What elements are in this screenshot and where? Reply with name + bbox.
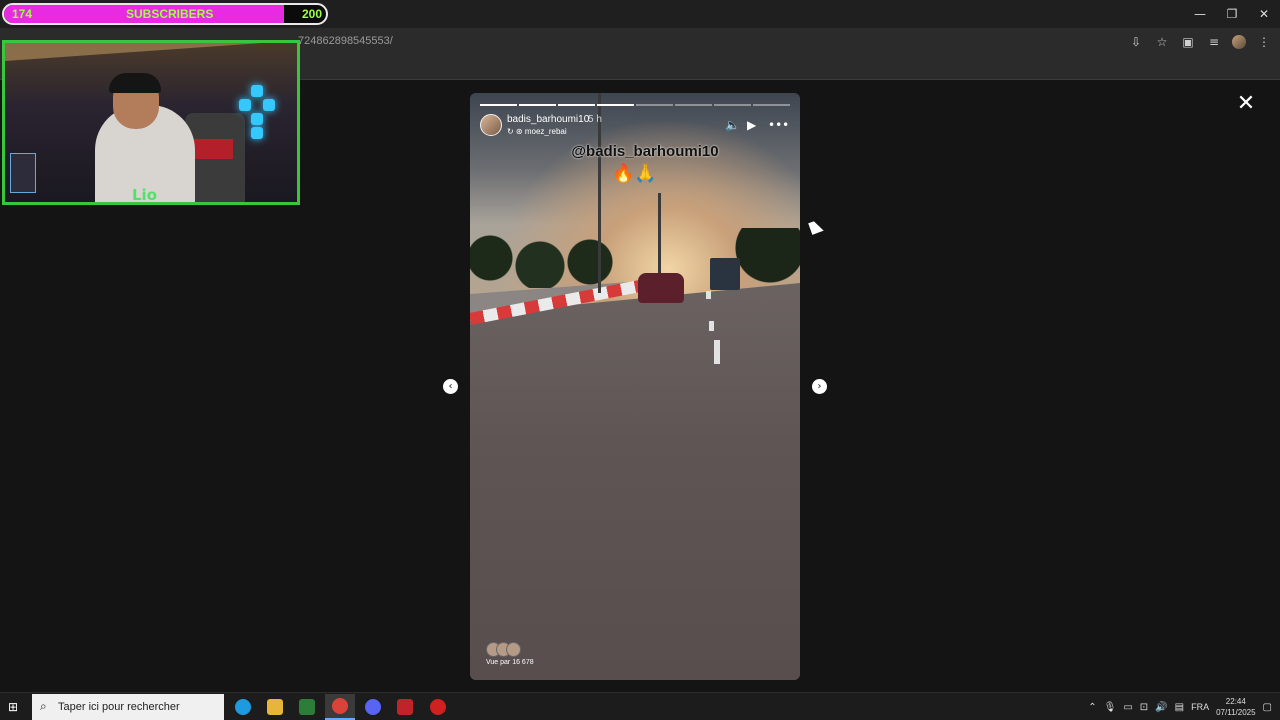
edge-icon-glyph bbox=[235, 699, 251, 715]
story-frame[interactable]: badis_barhoumi10 5 h ↻ ⊛ moez_rebai 🔈 ▶ … bbox=[470, 93, 800, 680]
viewed-by-count[interactable]: Vue par 16 678 bbox=[486, 659, 534, 666]
chevron-up-icon[interactable]: ⌃ bbox=[1088, 702, 1096, 713]
story-road bbox=[470, 283, 800, 680]
edge-icon[interactable] bbox=[228, 694, 258, 720]
gaming-chair-accent bbox=[193, 139, 233, 159]
repost-username[interactable]: moez_rebai bbox=[525, 127, 567, 136]
system-tray: ⌃ 🎙 ▭ ⊡ 🔊 ▤ FRA 22:44 07/11/2025 ▢ bbox=[1088, 693, 1280, 720]
taskbar: ⊞ ⌕ Taper ici pour rechercher ⌃ 🎙 ▭ ⊡ 🔊 … bbox=[0, 692, 1280, 720]
close-icon[interactable]: ✕ bbox=[1236, 93, 1256, 115]
window-controls: — ❐ ✕ bbox=[1184, 0, 1280, 28]
story-avatar[interactable] bbox=[480, 114, 502, 136]
hex-light bbox=[251, 85, 263, 97]
subscriber-label: SUBSCRIBERS bbox=[126, 7, 214, 21]
viewers-avatars[interactable] bbox=[486, 642, 524, 657]
story-username[interactable]: badis_barhoumi10 bbox=[507, 114, 589, 125]
display-icon[interactable]: ▭ bbox=[1123, 702, 1132, 713]
extensions-icon[interactable]: ▣ bbox=[1180, 34, 1196, 50]
obs-icon[interactable] bbox=[423, 694, 453, 720]
story-emojis: 🔥🙏 bbox=[612, 163, 657, 184]
microphone-icon[interactable]: 🎙 bbox=[1104, 702, 1117, 713]
file-explorer-icon-glyph bbox=[267, 699, 283, 715]
webcam-neon-sign bbox=[10, 153, 36, 193]
minimize-button[interactable]: — bbox=[1184, 0, 1216, 28]
keyboard-icon[interactable]: ▤ bbox=[1175, 702, 1184, 713]
story-progress-segment bbox=[480, 104, 517, 106]
lane-marking bbox=[714, 340, 720, 364]
language-indicator[interactable]: FRA bbox=[1191, 702, 1209, 712]
story-progress-segment bbox=[519, 104, 556, 106]
story-mention[interactable]: @badis_barhoumi10 bbox=[470, 143, 800, 160]
more-options-icon[interactable]: ••• bbox=[768, 118, 789, 132]
story-progress-segment bbox=[714, 104, 751, 106]
next-story-button[interactable]: › bbox=[812, 379, 827, 394]
chrome-icon-glyph bbox=[332, 698, 348, 714]
hex-light bbox=[263, 99, 275, 111]
clock-time: 22:44 bbox=[1225, 697, 1246, 706]
lane-marking bbox=[706, 291, 711, 299]
notifications-icon[interactable]: ▢ bbox=[1263, 702, 1272, 713]
subscriber-current: 174 bbox=[12, 7, 33, 21]
story-time: 5 h bbox=[588, 114, 602, 125]
clock[interactable]: 22:44 07/11/2025 bbox=[1216, 696, 1255, 718]
discord-icon-glyph bbox=[365, 699, 381, 715]
streamer-cap bbox=[109, 73, 161, 93]
voicemeeter-icon[interactable] bbox=[390, 694, 420, 720]
close-window-button[interactable]: ✕ bbox=[1248, 0, 1280, 28]
clock-date: 07/11/2025 bbox=[1216, 708, 1256, 717]
install-app-icon[interactable]: ⇩ bbox=[1128, 34, 1144, 50]
start-button[interactable]: ⊞ bbox=[8, 700, 18, 714]
url-field[interactable]: 724862898545553/ bbox=[298, 35, 393, 47]
search-placeholder: Taper ici pour rechercher bbox=[58, 701, 180, 713]
story-progress-segment bbox=[753, 104, 790, 106]
subscriber-goal-bar: 174 SUBSCRIBERS 200 bbox=[2, 3, 328, 25]
webcam-overlay bbox=[2, 40, 300, 205]
chrome-icon[interactable] bbox=[325, 694, 355, 720]
webcam-logo: Lio bbox=[132, 186, 158, 204]
previous-story-button[interactable]: ‹ bbox=[443, 379, 458, 394]
story-repost-credit[interactable]: ↻ ⊛ moez_rebai bbox=[507, 127, 567, 136]
play-icon[interactable]: ▶ bbox=[747, 118, 756, 132]
mouse-cursor-icon bbox=[808, 219, 824, 235]
repost-icon: ↻ ⊛ bbox=[507, 127, 525, 136]
restore-button[interactable]: ❐ bbox=[1216, 0, 1248, 28]
store-icon[interactable] bbox=[292, 694, 322, 720]
car bbox=[638, 273, 684, 303]
discord-icon[interactable] bbox=[358, 694, 388, 720]
mute-icon[interactable]: 🔈 bbox=[725, 118, 740, 132]
viewer-avatar bbox=[506, 642, 521, 657]
story-progress-segment bbox=[636, 104, 673, 106]
story-progress-segment bbox=[675, 104, 712, 106]
story-progress-segment bbox=[597, 104, 634, 106]
search-icon: ⌕ bbox=[40, 699, 47, 713]
story-progress-segment bbox=[558, 104, 595, 106]
profile-avatar-icon[interactable] bbox=[1232, 35, 1246, 49]
truck bbox=[710, 258, 740, 290]
lane-marking bbox=[709, 321, 714, 331]
taskbar-search-box[interactable]: ⌕ Taper ici pour rechercher bbox=[32, 694, 224, 720]
network-icon[interactable]: ⊡ bbox=[1140, 702, 1148, 713]
story-progress-bar bbox=[480, 104, 790, 106]
voicemeeter-icon-glyph bbox=[397, 699, 413, 715]
obs-icon-glyph bbox=[430, 699, 446, 715]
hex-light bbox=[251, 127, 263, 139]
browser-toolbar-icons: ⇩ ☆ ▣ ≡ ⋮ bbox=[1128, 34, 1272, 50]
volume-icon[interactable]: 🔊 bbox=[1155, 702, 1167, 713]
store-icon-glyph bbox=[299, 699, 315, 715]
bookmark-star-icon[interactable]: ☆ bbox=[1154, 34, 1170, 50]
media-controls-icon[interactable]: ≡ bbox=[1206, 34, 1222, 50]
story-trees bbox=[470, 228, 800, 288]
street-pole bbox=[658, 193, 661, 283]
kebab-menu-icon[interactable]: ⋮ bbox=[1256, 34, 1272, 50]
subscriber-goal: 200 bbox=[302, 7, 323, 21]
hex-light bbox=[239, 99, 251, 111]
hex-light bbox=[251, 113, 263, 125]
file-explorer-icon[interactable] bbox=[260, 694, 290, 720]
